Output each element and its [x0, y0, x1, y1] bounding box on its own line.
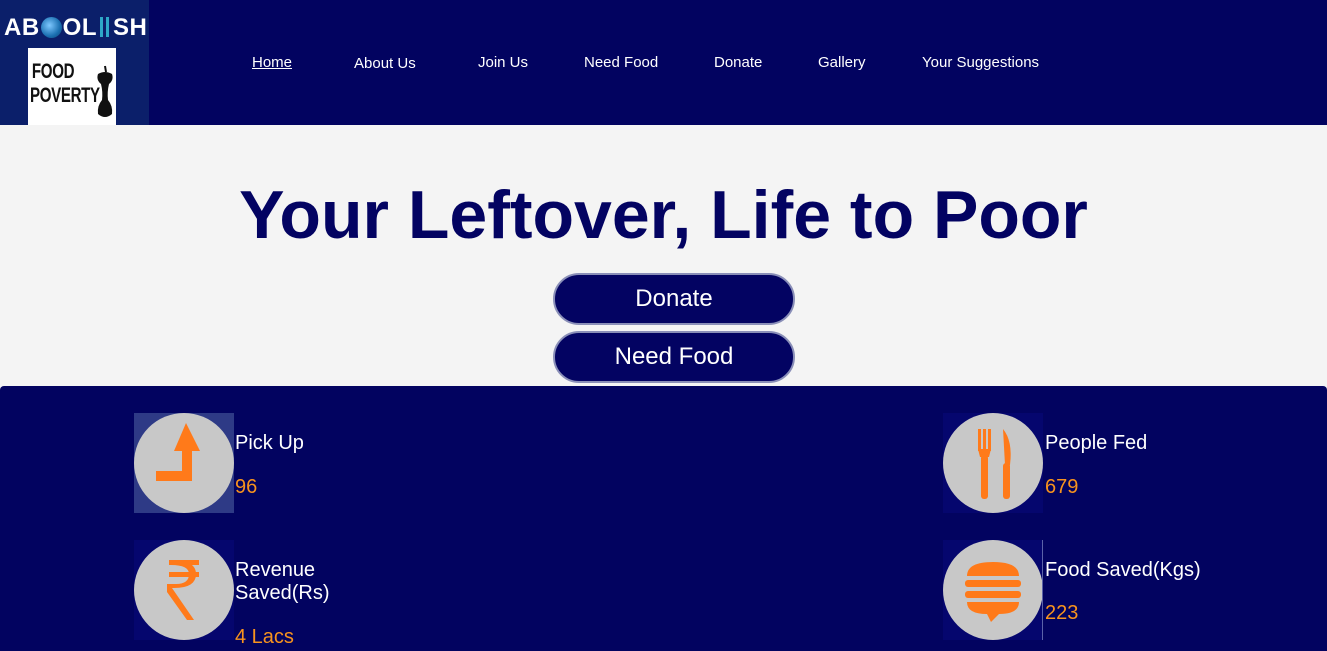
pickup-icon-tile — [134, 413, 234, 513]
nav-your-suggestions[interactable]: Your Suggestions — [922, 54, 1039, 71]
revenue-icon-tile — [134, 540, 234, 640]
stats-panel: Pick Up 96 People Fed 679 Revenue Saved(… — [0, 386, 1327, 651]
poster-line-2: POVERTY — [30, 84, 100, 107]
nav-home[interactable]: Home — [252, 54, 292, 71]
revenue-icon-circle — [134, 540, 234, 640]
logo-text-part1: AB — [4, 14, 40, 41]
logo-text-part3: SH — [113, 14, 148, 41]
people-fed-icon-circle — [943, 413, 1043, 513]
burger-icon — [965, 562, 1021, 622]
food-saved-icon-tile — [943, 540, 1043, 640]
pickup-arrow-icon — [156, 423, 200, 481]
stat-label-food-saved: Food Saved(Kgs) — [1045, 559, 1201, 581]
nav-about-us[interactable]: About Us — [354, 55, 416, 72]
stat-label-people-fed: People Fed — [1045, 432, 1148, 454]
site-header: AB OL SH FOOD POVERTY Home About Us Join U… — [0, 0, 1327, 125]
nav-donate[interactable]: Donate — [714, 54, 762, 71]
pickup-icon-circle — [134, 413, 234, 513]
poster-line-1: FOOD — [31, 60, 75, 83]
poster-text: FOOD POVERTY — [30, 60, 100, 108]
stat-value-food-saved: 223 — [1045, 602, 1079, 624]
nav-join-us[interactable]: Join Us — [478, 54, 528, 71]
donate-button[interactable]: Donate — [553, 273, 795, 325]
apple-core-icon — [97, 65, 113, 117]
rupee-icon — [167, 560, 199, 620]
food-saved-icon-circle — [943, 540, 1043, 640]
logo-wordmark: AB OL SH — [4, 14, 147, 42]
stat-value-pickup: 96 — [235, 476, 258, 498]
fork-knife-icon — [978, 429, 1011, 499]
brand-logo[interactable]: AB OL SH FOOD POVERTY — [0, 0, 149, 125]
stat-value-people-fed: 679 — [1045, 476, 1079, 498]
logo-text-part2: OL — [62, 14, 97, 41]
food-poverty-poster: FOOD POVERTY — [28, 48, 116, 125]
nav-need-food[interactable]: Need Food — [584, 54, 658, 71]
people-fed-icon-tile — [943, 413, 1043, 513]
need-food-button[interactable]: Need Food — [553, 331, 795, 383]
stat-label-revenue: Revenue Saved(Rs) — [235, 559, 330, 604]
food-saved-divider — [1042, 540, 1043, 640]
nav-gallery[interactable]: Gallery — [818, 54, 866, 71]
cutlery-icon — [99, 17, 111, 37]
stat-label-pickup: Pick Up — [235, 432, 304, 454]
stat-value-revenue: 4 Lacs — [235, 626, 294, 648]
globe-icon — [40, 17, 62, 38]
hero-title: Your Leftover, Life to Poor — [239, 177, 1088, 253]
